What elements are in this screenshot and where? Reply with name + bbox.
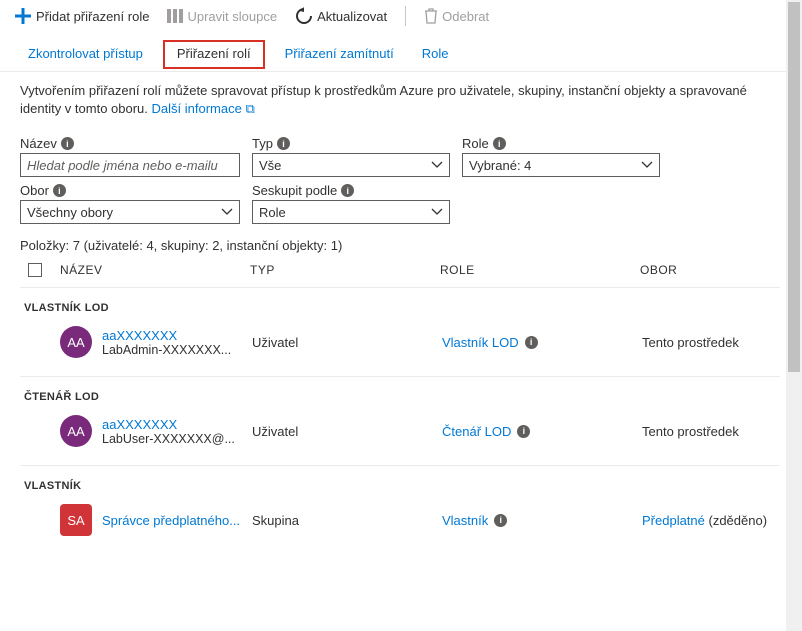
remove-label: Odebrat: [442, 9, 489, 24]
role-group: VLASTNÍK SA Správce předplatného...Skupina…: [20, 465, 780, 554]
avatar: SA: [60, 504, 92, 536]
principal-sub: LabUser-XXXXXXX@...: [102, 432, 252, 446]
info-icon[interactable]: i: [277, 137, 290, 150]
items-summary: Položky: 7 (uživatelé: 4, skupiny: 2, in…: [20, 238, 780, 253]
role-group: ČTENÁŘ LOD AA aaXXXXXXXLabUser-XXXXXXX@...…: [20, 376, 780, 465]
type-cell: Skupina: [252, 513, 442, 528]
description: Vytvořením přiřazení rolí můžete spravov…: [20, 82, 780, 118]
scope-link[interactable]: Předplatné: [642, 513, 705, 528]
principal-link[interactable]: aaXXXXXXX: [102, 328, 252, 343]
scope-select[interactable]: Všechny obory: [20, 200, 240, 224]
description-text: Vytvořením přiřazení rolí můžete spravov…: [20, 83, 747, 116]
role-select[interactable]: Vybrané: 4: [462, 153, 660, 177]
info-icon[interactable]: i: [494, 514, 507, 527]
name-cell: aaXXXXXXXLabAdmin-XXXXXXX...: [102, 328, 252, 357]
scrollbar-thumb[interactable]: [788, 2, 800, 372]
col-scope: OBOR: [640, 263, 677, 277]
avatar: AA: [60, 415, 92, 447]
col-role: ROLE: [440, 263, 640, 277]
role-link[interactable]: Čtenář LOD: [442, 424, 511, 439]
select-all-checkbox[interactable]: [28, 263, 42, 277]
col-type: TYP: [250, 263, 440, 277]
role-cell: Vlastník i: [442, 513, 642, 528]
columns-icon: [167, 9, 183, 23]
chevron-down-icon: [431, 161, 443, 169]
type-cell: Uživatel: [252, 335, 442, 350]
scope-cell: Předplatné (zděděno): [642, 513, 780, 528]
role-label: Role: [462, 136, 489, 151]
refresh-button[interactable]: Aktualizovat: [295, 7, 387, 25]
role-group: VLASTNÍK LOD AA aaXXXXXXXLabAdmin-XXXXXXX.…: [20, 287, 780, 376]
name-cell: aaXXXXXXXLabUser-XXXXXXX@...: [102, 417, 252, 446]
name-cell: Správce předplatného...: [102, 513, 252, 528]
table-header: NÁZEV TYP ROLE OBOR: [20, 253, 780, 287]
scope-text: Tento prostředek: [642, 424, 739, 439]
remove-button[interactable]: Odebrat: [424, 8, 489, 24]
refresh-icon: [295, 7, 313, 25]
principal-sub: LabAdmin-XXXXXXX...: [102, 343, 252, 357]
tab-check-access[interactable]: Zkontrolovat přístup: [20, 40, 151, 69]
divider: [0, 71, 800, 72]
type-select[interactable]: Vše: [252, 153, 450, 177]
info-icon[interactable]: i: [53, 184, 66, 197]
chevron-down-icon: [221, 208, 233, 216]
role-cell: Čtenář LOD i: [442, 424, 642, 439]
groupby-select[interactable]: Role: [252, 200, 450, 224]
learn-more-link[interactable]: Další informace ⧉: [152, 101, 255, 116]
type-label: Typ: [252, 136, 273, 151]
tab-deny-assignments[interactable]: Přiřazení zamítnutí: [277, 40, 402, 69]
col-name: NÁZEV: [60, 263, 250, 277]
add-role-label: Přidat přiřazení role: [36, 9, 149, 24]
toolbar: Přidat přiřazení role Upravit sloupce Ak…: [0, 0, 800, 36]
role-link[interactable]: Vlastník: [442, 513, 488, 528]
edit-columns-button[interactable]: Upravit sloupce: [167, 9, 277, 24]
edit-columns-label: Upravit sloupce: [187, 9, 277, 24]
type-cell: Uživatel: [252, 424, 442, 439]
scope-text: Tento prostředek: [642, 335, 739, 350]
avatar: AA: [60, 326, 92, 358]
info-icon[interactable]: i: [517, 425, 530, 438]
tab-role-assignments[interactable]: Přiřazení rolí: [163, 40, 265, 69]
add-role-button[interactable]: Přidat přiřazení role: [14, 7, 149, 25]
trash-icon: [424, 8, 438, 24]
table-row[interactable]: AA aaXXXXXXXLabUser-XXXXXXX@...UživatelČt…: [20, 403, 780, 459]
name-search-input[interactable]: Hledat podle jména nebo e-mailu: [20, 153, 240, 177]
scope-cell: Tento prostředek: [642, 335, 780, 350]
vertical-scrollbar[interactable]: [786, 0, 802, 631]
info-icon[interactable]: i: [525, 336, 538, 349]
name-label: Název: [20, 136, 57, 151]
group-title: VLASTNÍK: [20, 480, 780, 492]
plus-icon: [14, 7, 32, 25]
table-row[interactable]: SA Správce předplatného...SkupinaVlastník…: [20, 492, 780, 548]
info-icon[interactable]: i: [61, 137, 74, 150]
tab-roles[interactable]: Role: [414, 40, 457, 69]
scope-cell: Tento prostředek: [642, 424, 780, 439]
principal-link[interactable]: aaXXXXXXX: [102, 417, 252, 432]
tabs: Zkontrolovat přístup Přiřazení rolí Přiř…: [0, 36, 800, 69]
groupby-label: Seskupit podle: [252, 183, 337, 198]
group-title: ČTENÁŘ LOD: [20, 391, 780, 403]
info-icon[interactable]: i: [341, 184, 354, 197]
chevron-down-icon: [431, 208, 443, 216]
toolbar-separator: [405, 6, 406, 26]
principal-link[interactable]: Správce předplatného...: [102, 513, 252, 528]
info-icon[interactable]: i: [493, 137, 506, 150]
role-cell: Vlastník LOD i: [442, 335, 642, 350]
inherited-text: (zděděno): [705, 513, 767, 528]
refresh-label: Aktualizovat: [317, 9, 387, 24]
group-title: VLASTNÍK LOD: [20, 302, 780, 314]
table-row[interactable]: AA aaXXXXXXXLabAdmin-XXXXXXX...UživatelVl…: [20, 314, 780, 370]
chevron-down-icon: [641, 161, 653, 169]
role-link[interactable]: Vlastník LOD: [442, 335, 519, 350]
scope-label: Obor: [20, 183, 49, 198]
